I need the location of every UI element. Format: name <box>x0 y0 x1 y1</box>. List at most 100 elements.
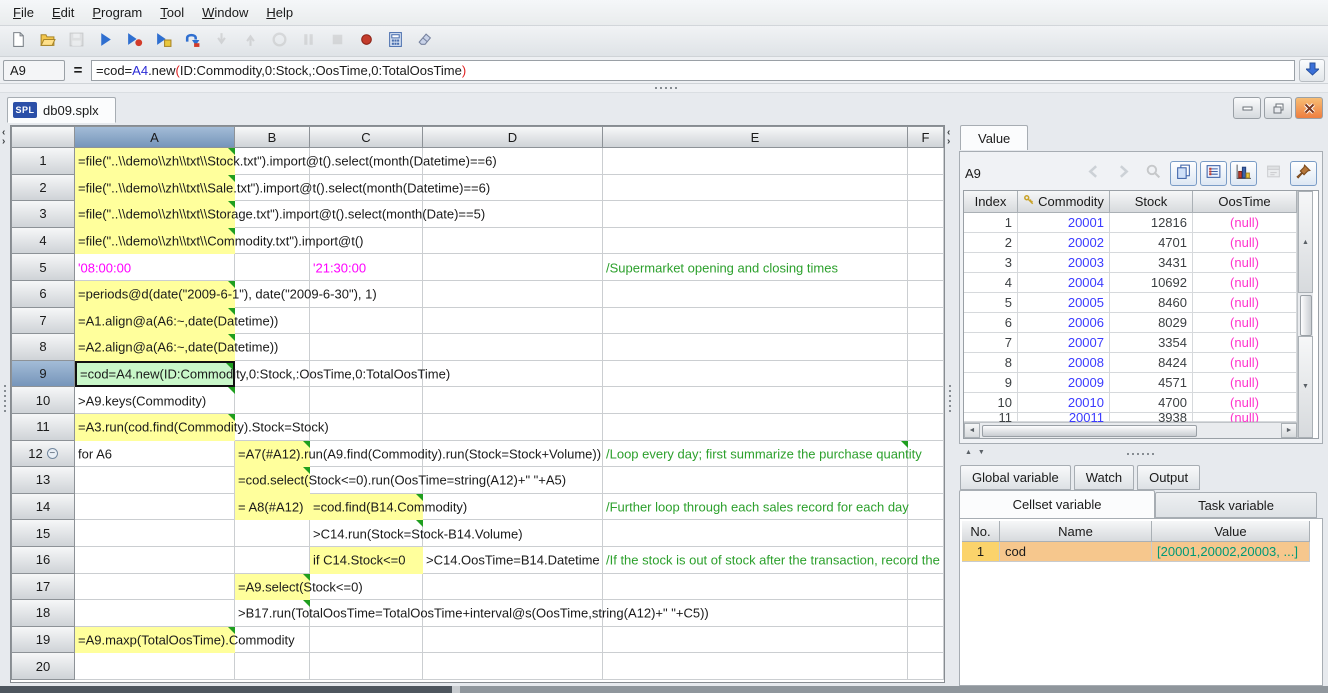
cell-D5[interactable] <box>423 254 603 281</box>
cell-D4[interactable] <box>423 228 603 255</box>
row-header-14[interactable]: 14 <box>11 494 75 521</box>
document-tab[interactable]: SPL db09.splx <box>7 97 116 123</box>
menu-program[interactable]: Program <box>83 2 151 23</box>
variable-header-name[interactable]: Name <box>1000 521 1152 542</box>
cell-A4-content[interactable]: =file("..\\demo\\zh\\txt\\Commodity.txt"… <box>75 228 235 255</box>
cell-F10[interactable] <box>908 387 944 414</box>
cell-F2[interactable] <box>908 175 944 202</box>
cell-D10[interactable] <box>423 387 603 414</box>
cell-D17[interactable] <box>423 574 603 601</box>
cell-F8[interactable] <box>908 334 944 361</box>
row-header-18[interactable]: 18 <box>11 600 75 627</box>
pin-button[interactable] <box>1290 161 1317 186</box>
column-header-A[interactable]: A <box>75 126 235 148</box>
value-row-6[interactable]: 6200068029(null) <box>964 313 1297 333</box>
cell-A7-content[interactable]: =A1.align@a(A6:~,date(Datetime)) <box>75 308 235 335</box>
debug-execute-button[interactable] <box>123 30 145 52</box>
cell-B14-content[interactable]: = A8(#A12) <box>235 494 310 521</box>
value-header-oostime[interactable]: OosTime <box>1193 191 1297 213</box>
cell-E8[interactable] <box>603 334 908 361</box>
cell-C7[interactable] <box>310 308 423 335</box>
cell-C15-content[interactable]: >C14.run(Stock=Stock-B14.Volume) <box>310 520 423 547</box>
cell-F18[interactable] <box>908 600 944 627</box>
cell-A3-content[interactable]: =file("..\\demo\\zh\\txt\\Storage.txt").… <box>75 201 235 228</box>
scroll-left-icon[interactable]: ◄ <box>964 423 980 438</box>
cell-D20[interactable] <box>423 653 603 680</box>
value-row-10[interactable]: 10200104700(null) <box>964 393 1297 413</box>
menu-file[interactable]: File <box>4 2 43 23</box>
cell-D8[interactable] <box>423 334 603 361</box>
cell-C5-content[interactable]: '21:30:00 <box>310 254 423 281</box>
row-header-6[interactable]: 6 <box>11 281 75 308</box>
scroll-down-icon[interactable]: ▼ <box>1298 336 1313 438</box>
cell-E4[interactable] <box>603 228 908 255</box>
scroll-up-icon[interactable]: ▲ <box>1298 191 1313 293</box>
cell-F11[interactable] <box>908 414 944 441</box>
cell-F4[interactable] <box>908 228 944 255</box>
breakpoint-button[interactable] <box>355 30 377 52</box>
row-header-16[interactable]: 16 <box>11 547 75 574</box>
column-header-E[interactable]: E <box>603 126 908 148</box>
menu-help[interactable]: Help <box>257 2 302 23</box>
cell-C8[interactable] <box>310 334 423 361</box>
cell-B5[interactable] <box>235 254 310 281</box>
expand-formula-button[interactable] <box>1299 59 1325 82</box>
detail-view-button[interactable] <box>1200 161 1227 186</box>
cell-B17-content[interactable]: =A9.select(Stock<=0) <box>235 574 310 601</box>
row-header-15[interactable]: 15 <box>11 520 75 547</box>
row-header-17[interactable]: 17 <box>11 574 75 601</box>
tab-global-variable[interactable]: Global variable <box>960 465 1071 490</box>
panel-splitter[interactable]: ‹› <box>945 123 959 686</box>
horizontal-splitter[interactable] <box>0 84 1328 93</box>
equals-button[interactable]: = <box>69 62 87 79</box>
cell-D11[interactable] <box>423 414 603 441</box>
cell-D7[interactable] <box>423 308 603 335</box>
calculate-area-button[interactable] <box>384 30 406 52</box>
value-horizontal-scrollbar[interactable]: ◄► <box>964 422 1297 438</box>
scroll-right-icon[interactable]: ► <box>1281 423 1297 438</box>
cell-E1[interactable] <box>603 148 908 175</box>
variable-header-value[interactable]: Value <box>1152 521 1310 542</box>
bottom-scrollbar[interactable] <box>0 686 1328 693</box>
cell-B12-content[interactable]: =A7(#A12).run(A9.find(Commodity).run(Sto… <box>235 441 310 468</box>
value-row-4[interactable]: 42000410692(null) <box>964 273 1297 293</box>
cell-A8-content[interactable]: =A2.align@a(A6:~,date(Datetime)) <box>75 334 235 361</box>
value-row-3[interactable]: 3200033431(null) <box>964 253 1297 273</box>
cell-E19[interactable] <box>603 627 908 654</box>
cell-F19[interactable] <box>908 627 944 654</box>
close-button[interactable] <box>1295 97 1323 119</box>
column-header-F[interactable]: F <box>908 126 944 148</box>
cell-F20[interactable] <box>908 653 944 680</box>
cell-C19[interactable] <box>310 627 423 654</box>
row-header-4[interactable]: 4 <box>11 228 75 255</box>
row-header-9[interactable]: 9 <box>11 361 75 388</box>
row-header-1[interactable]: 1 <box>11 148 75 175</box>
cell-A16[interactable] <box>75 547 235 574</box>
execute-button[interactable] <box>94 30 116 52</box>
cell-B10[interactable] <box>235 387 310 414</box>
cell-A5-content[interactable]: '08:00:00 <box>75 254 235 281</box>
cell-F13[interactable] <box>908 467 944 494</box>
row-header-11[interactable]: 11 <box>11 414 75 441</box>
cell-E5-content[interactable]: /Supermarket opening and closing times <box>603 254 908 281</box>
tab-cellset-variable[interactable]: Cellset variable <box>959 490 1155 518</box>
value-row-9[interactable]: 9200094571(null) <box>964 373 1297 393</box>
cell-A12-content[interactable]: for A6 <box>75 441 235 468</box>
left-splitter-strip[interactable]: ‹› <box>0 123 10 686</box>
cell-A6-content[interactable]: =periods@d(date("2009-6-1"), date("2009-… <box>75 281 235 308</box>
row-header-10[interactable]: 10 <box>11 387 75 414</box>
scrollbar-thumb[interactable] <box>0 686 452 693</box>
cell-E2[interactable] <box>603 175 908 202</box>
value-row-1[interactable]: 12000112816(null) <box>964 213 1297 233</box>
menu-window[interactable]: Window <box>193 2 257 23</box>
cell-B16[interactable] <box>235 547 310 574</box>
open-file-button[interactable] <box>36 30 58 52</box>
cell-C10[interactable] <box>310 387 423 414</box>
restore-button[interactable] <box>1264 97 1292 119</box>
cell-A17[interactable] <box>75 574 235 601</box>
row-header-8[interactable]: 8 <box>11 334 75 361</box>
scrollbar-thumb[interactable] <box>1300 295 1312 335</box>
cell-A9-content[interactable]: =cod=A4.new(ID:Commodity,0:Stock,:OosTim… <box>75 361 235 388</box>
cell-F3[interactable] <box>908 201 944 228</box>
step-execute-button[interactable] <box>152 30 174 52</box>
